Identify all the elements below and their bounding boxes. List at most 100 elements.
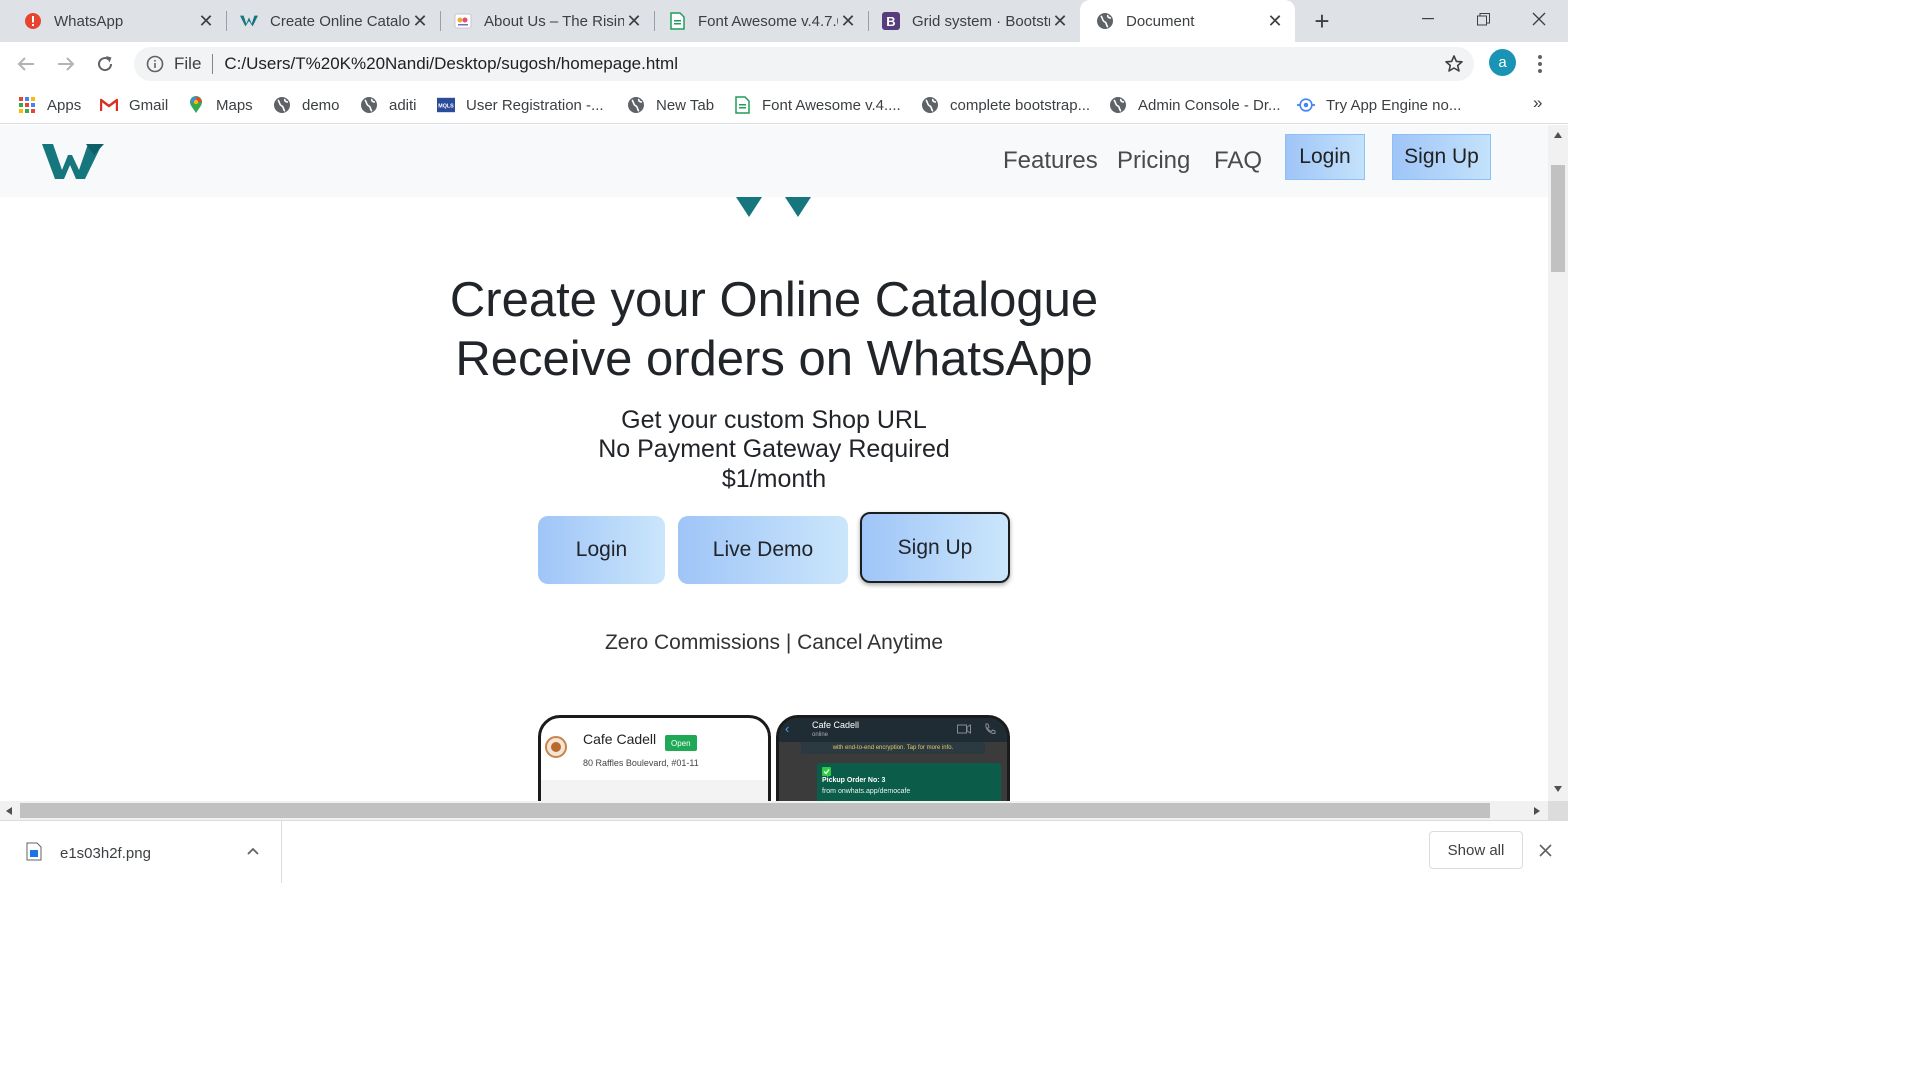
browser-toolbar: File C:/Users/T%20K%20Nandi/Desktop/sugo… [0,42,1568,86]
check-icon [822,767,831,776]
bookmark-user-registration[interactable]: MQLS User Registration -... [437,93,604,117]
close-tab-icon[interactable]: ✕ [838,11,858,31]
decorative-triangle [785,197,811,217]
video-call-icon [957,724,971,734]
hero-subtitle-gateway: No Payment Gateway Required [598,435,950,463]
tab-create-catalogue[interactable]: Create Online Catalo ✕ [216,0,440,42]
bookmark-apps[interactable]: Apps [18,93,81,117]
nav-link-features[interactable]: Features [1003,147,1098,175]
show-all-downloads-button[interactable]: Show all [1429,831,1523,869]
bookmark-label: Apps [47,96,82,114]
forward-button[interactable] [52,50,80,78]
hero-login-button[interactable]: Login [538,516,665,584]
order-link: from onwhats.app/democafe [822,788,911,795]
chevron-up-icon[interactable] [247,847,259,855]
minimize-button[interactable] [1405,0,1451,38]
bookmark-complete-bootstrap[interactable]: complete bootstrap... [921,93,1090,117]
close-window-button[interactable] [1516,0,1562,38]
cafe-logo-icon [545,736,567,758]
bookmark-new-tab[interactable]: New Tab [627,93,714,117]
chat-status: online [812,732,829,738]
bookmark-label: Admin Console - Dr... [1138,96,1281,114]
bookmark-admin-console[interactable]: Admin Console - Dr... [1109,93,1281,117]
info-icon[interactable] [146,55,164,73]
horizontal-scrollbar[interactable] [0,801,1548,820]
scroll-right-arrow-icon[interactable] [1533,806,1541,816]
scroll-up-arrow-icon[interactable] [1553,131,1563,139]
globe-icon [921,96,939,114]
nav-login-button[interactable]: Login [1285,134,1365,180]
bookmark-aditi[interactable]: aditi [360,93,417,117]
close-shelf-icon[interactable] [1539,844,1552,857]
download-item[interactable]: e1s03h2f.png [0,821,282,883]
tab-font-awesome[interactable]: Font Awesome v.4.7.0 ✕ [644,0,868,42]
decorative-triangle [736,197,762,217]
nav-signup-button[interactable]: Sign Up [1392,134,1491,180]
bookmark-label: demo [302,96,340,114]
address-divider [212,54,214,74]
tab-whatsapp[interactable]: WhatsApp ✕ [0,0,226,42]
horizontal-scroll-thumb[interactable] [20,803,1490,818]
image-file-icon [26,842,42,861]
nav-link-pricing[interactable]: Pricing [1117,147,1190,175]
tab-strip: WhatsApp ✕ Create Online Catalo ✕ About … [0,0,1568,42]
download-filename: e1s03h2f.png [60,845,151,862]
tab-title: WhatsApp [54,12,124,30]
bookmark-font-awesome[interactable]: Font Awesome v.4.... [733,93,901,117]
hero-title-line2: Receive orders on WhatsApp [455,332,1093,386]
tab-title: Document [1126,12,1195,30]
close-tab-icon[interactable]: ✕ [410,11,430,31]
sheet-icon [668,12,686,30]
more-bookmarks-button[interactable]: » [1533,93,1542,113]
w-logo-icon [240,12,258,30]
tab-document[interactable]: Document ✕ [1080,0,1295,42]
scroll-down-arrow-icon[interactable] [1553,785,1563,793]
back-button[interactable] [12,50,40,78]
close-tab-icon[interactable]: ✕ [1050,11,1070,31]
bookmark-label: complete bootstrap... [950,96,1091,114]
close-tab-icon[interactable]: ✕ [1265,11,1285,31]
browser-menu-icon[interactable] [1530,52,1550,76]
close-tab-icon[interactable]: ✕ [624,11,644,31]
close-tab-icon[interactable]: ✕ [196,11,216,31]
phone-call-icon [985,723,996,735]
live-demo-button[interactable]: Live Demo [678,516,848,584]
reload-button[interactable] [91,50,119,78]
new-tab-button[interactable]: + [1307,6,1337,36]
tab-about-us[interactable]: About Us – The Risin ✕ [430,0,654,42]
hero-subtitle-url: Get your custom Shop URL [621,406,927,434]
whatsapp-phone-mockup: ‹ Cafe Cadell online with end-to-end enc… [776,715,1010,801]
bookmark-app-engine[interactable]: Try App Engine no... [1297,93,1461,117]
address-bar[interactable]: File C:/Users/T%20K%20Nandi/Desktop/sugo… [134,47,1474,81]
bookmark-demo[interactable]: demo [273,93,340,117]
page-viewport: Features Pricing FAQ Login Sign Up Creat… [0,125,1548,801]
maps-pin-icon [187,96,205,114]
hero-signup-button[interactable]: Sign Up [860,512,1010,583]
nav-link-faq[interactable]: FAQ [1214,147,1262,175]
globe-icon [1109,96,1127,114]
bookmark-maps[interactable]: Maps [187,93,253,117]
svg-text:MQLS: MQLS [438,104,454,110]
bookmark-star-icon[interactable] [1444,54,1464,74]
bootstrap-icon: B [882,12,900,30]
bookmark-label: User Registration -... [466,96,604,114]
bookmark-label: aditi [389,96,417,114]
tab-title: Grid system · Bootstr [912,12,1050,30]
chat-contact-name: Cafe Cadell [812,720,860,730]
svg-text:B: B [886,14,895,29]
restore-button[interactable] [1460,0,1506,38]
address-url[interactable]: C:/Users/T%20K%20Nandi/Desktop/sugosh/ho… [224,54,678,74]
scroll-left-arrow-icon[interactable] [5,806,13,816]
vertical-scroll-thumb[interactable] [1551,165,1565,272]
scrollbar-corner [1548,801,1568,820]
tab-title: Create Online Catalo [270,12,410,30]
brand-logo[interactable] [42,143,104,181]
shop-name: Cafe Cadell [583,731,657,747]
vertical-scrollbar[interactable] [1548,125,1568,801]
order-message-bubble: Pickup Order No: 3 from onwhats.app/demo… [817,763,1001,801]
tab-bootstrap-grid[interactable]: B Grid system · Bootstr ✕ [858,0,1080,42]
bookmark-gmail[interactable]: Gmail [100,93,168,117]
profile-avatar[interactable]: a [1489,49,1516,76]
site-logo-icon [454,12,472,30]
encryption-notice: with end-to-end encryption. Tap for more… [801,742,985,754]
